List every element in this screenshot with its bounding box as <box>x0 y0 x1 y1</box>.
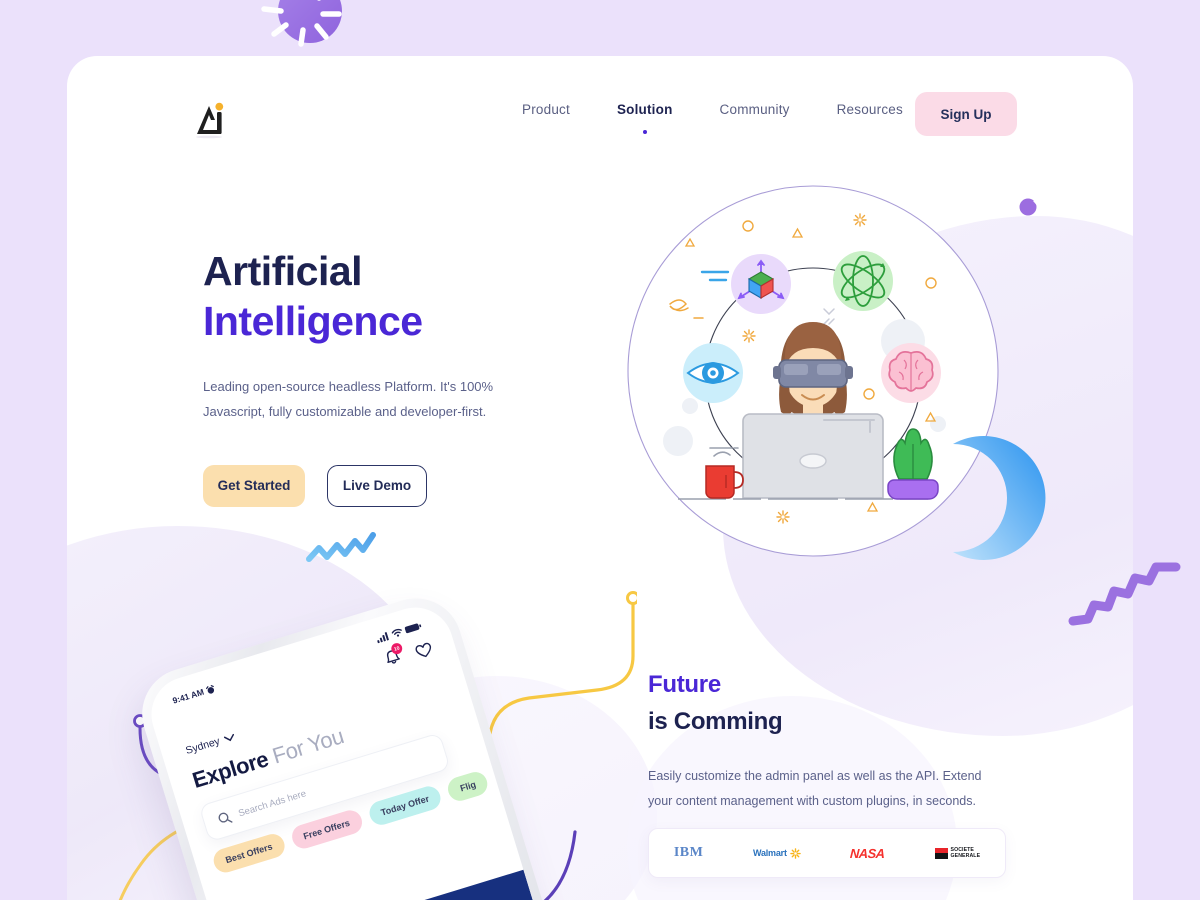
cube-3d-icon <box>731 254 791 314</box>
favorite-heart-icon[interactable] <box>413 640 435 661</box>
brand-societe-generale: SOCIETE GENERALE <box>934 846 981 860</box>
hero-title-line1: Artificial <box>203 248 363 294</box>
nav-item-solution[interactable]: Solution <box>617 102 673 121</box>
city-selector[interactable]: Sydney <box>184 731 236 757</box>
future-subtitle: Easily customize the admin panel as well… <box>648 769 982 809</box>
eye-icon <box>683 343 743 403</box>
page-title: Artificial Intelligence <box>203 246 603 346</box>
nav-item-product[interactable]: Product <box>522 102 570 121</box>
blue-zigzag <box>305 526 377 564</box>
signal-icon <box>377 631 389 643</box>
search-placeholder: Search Ads here <box>236 787 308 819</box>
brand-ibm-label: IBM <box>673 845 704 860</box>
hero-section: Artificial Intelligence Leading open-sou… <box>203 246 603 507</box>
logo[interactable] <box>187 94 235 142</box>
phone-screen: 9:41 AM 10 Sydney Explore For You Search… <box>142 598 558 900</box>
sign-up-button[interactable]: Sign Up <box>915 92 1017 136</box>
notification-bell-button[interactable]: 10 <box>382 641 404 673</box>
purple-burst-circle <box>253 0 351 52</box>
societe-generale-mark-icon <box>934 847 948 859</box>
phone-body: 9:41 AM 10 Sydney Explore For You Search… <box>130 586 570 900</box>
yellow-curve-line <box>487 586 640 826</box>
future-title: Future is Comming <box>648 666 1048 740</box>
wifi-icon <box>391 628 402 637</box>
brand-logo-strip: IBM Walmart NASA SOCIETE GENERALE <box>648 828 1006 878</box>
heading-bold: Explore <box>189 746 272 793</box>
main-nav: Product Solution Community Resources <box>522 102 903 121</box>
brand-ibm: IBM <box>674 845 704 861</box>
phone-bottom-panel: Sale <box>225 869 558 900</box>
nav-item-resources[interactable]: Resources <box>837 102 903 121</box>
chip-flights[interactable]: Flig <box>445 768 491 804</box>
status-time: 9:41 AM <box>171 686 206 706</box>
brand-nasa-label: NASA <box>850 845 886 861</box>
brain-icon <box>881 343 941 403</box>
atom-icon <box>833 251 893 311</box>
site-header: Product Solution Community Resources Sig… <box>67 56 1133 186</box>
alarm-icon <box>206 684 215 694</box>
nav-item-community[interactable]: Community <box>720 102 790 121</box>
future-title-line2: is Comming <box>648 708 783 736</box>
brand-walmart-label: Walmart <box>752 848 787 858</box>
live-demo-button[interactable]: Live Demo <box>327 464 427 507</box>
chevron-down-icon <box>223 733 234 741</box>
main-card: Product Solution Community Resources Sig… <box>67 56 1133 900</box>
purple-dot <box>1017 194 1043 220</box>
laptop <box>742 413 884 499</box>
ai-monogram-logo <box>196 102 224 139</box>
future-title-line1: Future <box>648 671 721 698</box>
search-icon <box>218 812 233 823</box>
hero-title-line2: Intelligence <box>203 298 423 345</box>
future-section: Future is Comming Easily customize the a… <box>648 666 1048 814</box>
brand-walmart: Walmart <box>752 847 801 859</box>
hero-buttons: Get Started Live Demo <box>203 464 603 507</box>
walmart-spark-icon <box>789 847 801 859</box>
heading-light: For You <box>269 723 347 769</box>
brand-sg-label: SOCIETE GENERALE <box>950 846 981 860</box>
ai-vr-workspace-illustration <box>618 176 1008 576</box>
hero-subtitle: Leading open-source headless Platform. I… <box>203 379 494 420</box>
battery-icon <box>404 623 422 633</box>
get-started-button[interactable]: Get Started <box>203 464 305 507</box>
phone-mockup: 9:41 AM 10 Sydney Explore For You Search… <box>130 586 570 900</box>
city-label: Sydney <box>184 735 222 757</box>
brand-nasa: NASA <box>850 845 886 861</box>
page-root: Product Solution Community Resources Sig… <box>0 0 1200 900</box>
